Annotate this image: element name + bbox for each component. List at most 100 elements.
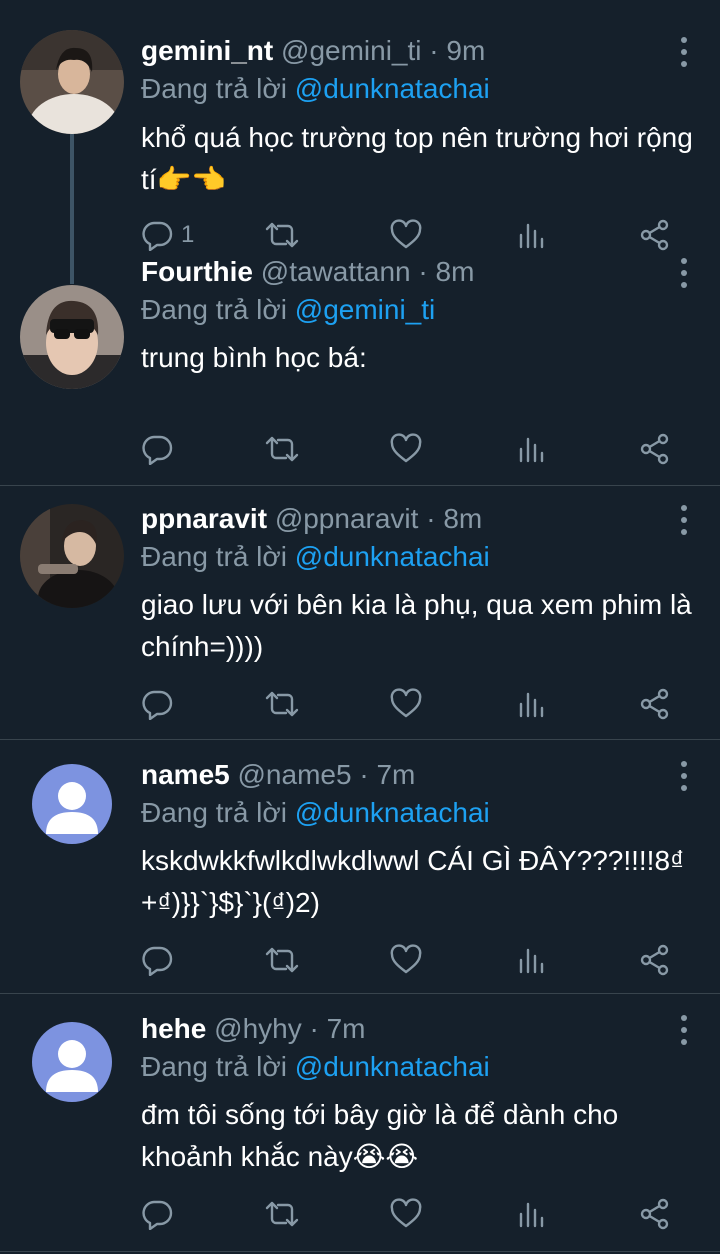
user-handle[interactable]: @tawattann (261, 256, 411, 287)
tweet-3[interactable]: ppnaravit @ppnaravit · 8m Đang trả lời @… (0, 486, 720, 740)
reply-prefix: Đang trả lời (141, 73, 287, 104)
tweet-header: Fourthie @tawattann · 8m (141, 255, 660, 289)
like-button[interactable] (389, 1196, 423, 1232)
timestamp[interactable]: 8m (436, 256, 475, 287)
share-button[interactable] (639, 1196, 671, 1232)
reply-mention[interactable]: @gemini_ti (295, 294, 435, 325)
reply-button[interactable] (141, 1196, 181, 1232)
reply-icon (142, 221, 173, 251)
more-vertical-icon[interactable] (678, 255, 690, 291)
timestamp[interactable]: 9m (446, 35, 485, 66)
avatar[interactable] (20, 30, 124, 134)
tweet-5[interactable]: hehe @hyhy · 7m Đang trả lời @dunknatach… (0, 994, 720, 1252)
share-button[interactable] (639, 431, 671, 467)
action-bar (141, 942, 680, 982)
timestamp[interactable]: 7m (376, 759, 415, 790)
analytics-icon (519, 223, 544, 249)
timestamp[interactable]: 8m (443, 503, 482, 534)
reply-mention[interactable]: @dunknatachai (295, 797, 490, 828)
reply-button[interactable] (141, 942, 181, 978)
replying-to: Đang trả lời @dunknatachai (141, 72, 490, 106)
more-vertical-icon[interactable] (678, 1012, 690, 1048)
reply-prefix: Đang trả lời (141, 294, 287, 325)
retweet-button[interactable] (263, 431, 301, 467)
like-icon (390, 944, 422, 974)
separator-dot: · (429, 35, 439, 66)
reply-mention[interactable]: @dunknatachai (295, 1051, 490, 1082)
share-icon (640, 219, 669, 251)
reply-button[interactable] (141, 686, 181, 722)
tweet-2[interactable]: Fourthie @tawattann · 8m Đang trả lời @g… (0, 256, 720, 486)
analytics-button[interactable] (517, 942, 545, 978)
avatar[interactable] (32, 1022, 112, 1102)
tweet-text: đm tôi sống tới bây giờ là để dành cho k… (141, 1099, 619, 1172)
display-name[interactable]: ppnaravit (141, 503, 267, 534)
more-vertical-icon[interactable] (678, 34, 690, 70)
share-button[interactable] (639, 686, 671, 722)
analytics-button[interactable] (517, 1196, 545, 1232)
analytics-icon (519, 948, 544, 974)
reply-button[interactable]: 1 (141, 217, 194, 253)
reply-feed: gemini_nt @gemini_ti · 9m Đang trả lời @… (0, 0, 720, 1252)
like-button[interactable] (389, 431, 423, 467)
share-icon (640, 433, 669, 465)
analytics-button[interactable] (517, 686, 545, 722)
reply-mention[interactable]: @dunknatachai (295, 73, 490, 104)
reply-count: 1 (181, 221, 195, 248)
separator-dot: · (418, 256, 428, 287)
share-button[interactable] (639, 217, 671, 253)
action-bar (141, 1196, 680, 1236)
share-icon (640, 944, 669, 976)
retweet-button[interactable] (263, 942, 301, 978)
display-name[interactable]: name5 (141, 759, 230, 790)
share-icon (640, 688, 669, 720)
analytics-button[interactable] (517, 217, 545, 253)
tweet-text: giao lưu với bên kia là phụ, qua xem phi… (141, 589, 692, 662)
retweet-icon (265, 222, 299, 248)
tweet-text: khổ quá học trường top nên trường hơi rộ… (141, 122, 693, 195)
share-button[interactable] (639, 942, 671, 978)
tweet-header: name5 @name5 · 7m (141, 758, 660, 792)
separator-dot: · (309, 1013, 319, 1044)
reply-prefix: Đang trả lời (141, 541, 287, 572)
reply-button[interactable] (141, 431, 181, 467)
avatar[interactable] (20, 285, 124, 389)
more-vertical-icon[interactable] (678, 758, 690, 794)
reply-prefix: Đang trả lời (141, 1051, 287, 1082)
tweet-header: hehe @hyhy · 7m (141, 1012, 660, 1046)
analytics-icon (519, 437, 544, 463)
thread-connector (70, 134, 74, 284)
display-name[interactable]: Fourthie (141, 256, 253, 287)
reply-mention[interactable]: @dunknatachai (295, 541, 490, 572)
replying-to: Đang trả lời @dunknatachai (141, 540, 490, 574)
user-handle[interactable]: @hyhy (214, 1013, 302, 1044)
action-bar (141, 686, 680, 726)
user-handle[interactable]: @name5 (238, 759, 352, 790)
replying-to: Đang trả lời @gemini_ti (141, 293, 435, 327)
avatar[interactable] (20, 504, 124, 608)
more-vertical-icon[interactable] (678, 502, 690, 538)
display-name[interactable]: hehe (141, 1013, 206, 1044)
retweet-icon (265, 436, 299, 462)
separator-dot: · (359, 759, 369, 790)
retweet-button[interactable] (263, 1196, 301, 1232)
timestamp[interactable]: 7m (327, 1013, 366, 1044)
like-button[interactable] (389, 942, 423, 978)
user-handle[interactable]: @gemini_ti (281, 35, 421, 66)
reply-icon (142, 690, 173, 720)
tweet-4[interactable]: name5 @name5 · 7m Đang trả lời @dunknata… (0, 740, 720, 994)
tweet-text: kskdwkkfwlkdlwkdlwwl CÁI GÌ ĐÂY???!!!!8₫… (141, 845, 685, 918)
retweet-button[interactable] (263, 217, 301, 253)
avatar[interactable] (32, 764, 112, 844)
like-icon (390, 219, 422, 249)
like-icon (390, 688, 422, 718)
replying-to: Đang trả lời @dunknatachai (141, 1050, 490, 1084)
retweet-button[interactable] (263, 686, 301, 722)
analytics-icon (519, 692, 544, 718)
display-name[interactable]: gemini_nt (141, 35, 273, 66)
analytics-button[interactable] (517, 431, 545, 467)
like-button[interactable] (389, 217, 423, 253)
tweet-1[interactable]: gemini_nt @gemini_ti · 9m Đang trả lời @… (0, 0, 720, 284)
user-handle[interactable]: @ppnaravit (275, 503, 419, 534)
like-button[interactable] (389, 686, 423, 722)
